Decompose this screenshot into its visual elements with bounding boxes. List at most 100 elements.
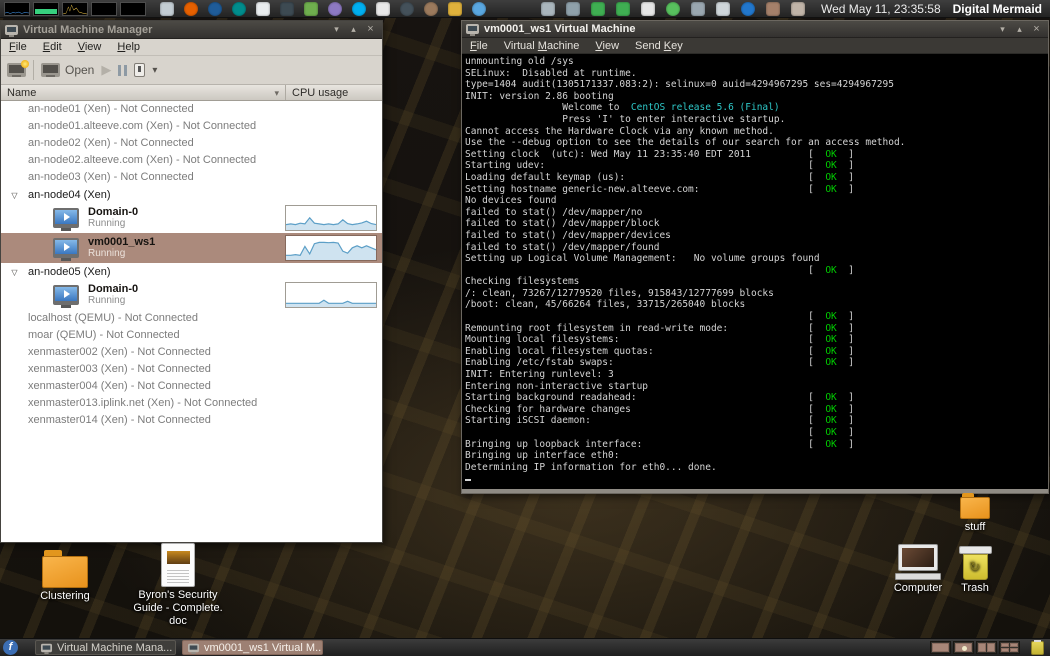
- shade-icon[interactable]: [995, 23, 1010, 36]
- display-launcher[interactable]: [160, 2, 174, 16]
- console-titlebar[interactable]: vm0001_ws1 Virtual Machine: [462, 21, 1048, 38]
- gimp-launcher[interactable]: [424, 2, 438, 16]
- menu-send-key[interactable]: Send Key: [627, 39, 691, 53]
- cpu-usage-column-header[interactable]: CPU usage: [286, 85, 382, 100]
- menu-view[interactable]: View: [587, 39, 627, 53]
- skype-launcher[interactable]: [352, 2, 366, 16]
- terminal-launcher[interactable]: [280, 2, 294, 16]
- close-icon[interactable]: [363, 23, 378, 36]
- vm-list-row-xenmaster004-xen-not-connected[interactable]: xenmaster004 (Xen) - Not Connected: [1, 378, 382, 395]
- pause-button[interactable]: [118, 65, 127, 76]
- name-column-header[interactable]: Name: [1, 85, 286, 100]
- computer-icon[interactable]: Computer: [886, 544, 950, 595]
- pidgin-launcher[interactable]: [328, 2, 342, 16]
- memory-monitor-applet-bar: [35, 9, 57, 14]
- sound-recorder-icon[interactable]: [566, 2, 580, 16]
- clustering-folder[interactable]: Clustering: [18, 550, 112, 603]
- vm-list-row-xenmaster003-xen-not-connected[interactable]: xenmaster003 (Xen) - Not Connected: [1, 361, 382, 378]
- vm-list-row-an-node05-xen[interactable]: an-node05 (Xen): [1, 263, 382, 280]
- network-monitor-applet[interactable]: [62, 2, 88, 16]
- vm-list-row-an-node01-alteeve-com-xen-not-connected[interactable]: an-node01.alteeve.com (Xen) - Not Connec…: [1, 118, 382, 135]
- thunderbird-launcher[interactable]: [208, 2, 222, 16]
- shade-icon[interactable]: [329, 23, 344, 36]
- expander-icon[interactable]: [1, 266, 28, 278]
- vm-list-row-an-node03-xen-not-connected[interactable]: an-node03 (Xen) - Not Connected: [1, 169, 382, 186]
- vm-list-row-xenmaster002-xen-not-connected[interactable]: xenmaster002 (Xen) - Not Connected: [1, 344, 382, 361]
- desktop-icon-label: stuff: [965, 521, 986, 534]
- text-editor-launcher[interactable]: [256, 2, 270, 16]
- clipboard-icon[interactable]: [791, 2, 805, 16]
- display-status-icon[interactable]: [541, 2, 555, 16]
- expander-icon[interactable]: [1, 189, 28, 201]
- workspace-4[interactable]: [999, 641, 1020, 654]
- task-window-icon: [188, 643, 199, 652]
- firefox-launcher[interactable]: [184, 2, 198, 16]
- console-line: /boot: clean, 45/66264 files, 33715/2650…: [465, 299, 1048, 311]
- workspace-2[interactable]: [953, 641, 974, 654]
- menu-virtual-machine[interactable]: Virtual Machine: [496, 39, 588, 53]
- maximize-icon[interactable]: [1012, 23, 1027, 36]
- vm-list-row-an-node02-xen-not-connected[interactable]: an-node02 (Xen) - Not Connected: [1, 135, 382, 152]
- menu-file[interactable]: File: [1, 40, 35, 54]
- vm-list-row-domain-0[interactable]: Domain-0Running: [1, 280, 382, 310]
- shutdown-menu-chevron-icon[interactable]: [152, 65, 157, 76]
- vm-monitor-icon: [53, 285, 79, 305]
- chat-status-icon[interactable]: [666, 2, 680, 16]
- run-button[interactable]: [101, 62, 111, 78]
- graphics-app-launcher[interactable]: [448, 2, 462, 16]
- vm-list-row-localhost-qemu-not-connected[interactable]: localhost (QEMU) - Not Connected: [1, 310, 382, 327]
- vm-list-row-an-node04-xen[interactable]: an-node04 (Xen): [1, 186, 382, 203]
- monitor-applet-4[interactable]: [91, 2, 117, 16]
- shutdown-button[interactable]: [134, 63, 145, 77]
- menu-help[interactable]: Help: [109, 40, 148, 54]
- menu-view[interactable]: View: [70, 40, 110, 54]
- vm-list-row-moar-qemu-not-connected[interactable]: moar (QEMU) - Not Connected: [1, 327, 382, 344]
- maximize-icon[interactable]: [346, 23, 361, 36]
- new-vm-button[interactable]: [7, 63, 26, 77]
- vm-list-row-xenmaster014-xen-not-connected[interactable]: xenmaster014 (Xen) - Not Connected: [1, 412, 382, 429]
- displays-icon[interactable]: [766, 2, 780, 16]
- trash-icon[interactable]: Trash: [947, 546, 1003, 595]
- clock[interactable]: Wed May 11, 23:35:58: [821, 2, 941, 16]
- workspace-1[interactable]: [930, 641, 951, 654]
- vm-list-row-vm0001-ws1[interactable]: vm0001_ws1Running: [1, 233, 382, 263]
- globe-app-launcher[interactable]: [472, 2, 486, 16]
- media-device-launcher[interactable]: [376, 2, 390, 16]
- memory-monitor-applet[interactable]: [33, 2, 59, 16]
- arduino-launcher[interactable]: [232, 2, 246, 16]
- byrons-security-guide-doc[interactable]: Byron's Security Guide - Complete. doc: [123, 543, 233, 628]
- battery-1-icon[interactable]: [591, 2, 605, 16]
- top-panel: Wed May 11, 23:35:58 Digital Mermaid: [0, 0, 1050, 18]
- open-button[interactable]: Open: [41, 63, 94, 77]
- task-button-vm0001-ws1-virtual-m[interactable]: vm0001_ws1 Virtual M...: [182, 640, 323, 655]
- vm-list-row-domain-0[interactable]: Domain-0Running: [1, 203, 382, 233]
- text-cursor: [465, 479, 471, 481]
- inkscape-launcher[interactable]: [400, 2, 414, 16]
- vm-list-row-an-node02-alteeve-com-xen-not-connected[interactable]: an-node02.alteeve.com (Xen) - Not Connec…: [1, 152, 382, 169]
- task-button-virtual-machine-mana[interactable]: Virtual Machine Mana...: [35, 640, 176, 655]
- workspace-3[interactable]: [976, 641, 997, 654]
- console-line: Use the --debug option to see the detail…: [465, 137, 1048, 149]
- vm-name-label: vm0001_ws1: [88, 236, 155, 248]
- fedora-menu-icon[interactable]: f: [3, 640, 18, 655]
- volume-icon[interactable]: [716, 2, 730, 16]
- vmm-titlebar[interactable]: Virtual Machine Manager: [1, 21, 382, 39]
- console-screen[interactable]: unmounting old /sysSELinux: Disabled at …: [462, 54, 1048, 489]
- console-line: /: clean, 73267/12779520 files, 915843/1…: [465, 288, 1048, 300]
- close-icon[interactable]: [1029, 23, 1044, 36]
- calculator-launcher[interactable]: [304, 2, 318, 16]
- cpu-monitor-applet[interactable]: [4, 2, 30, 16]
- bluetooth-icon[interactable]: [741, 2, 755, 16]
- menu-file[interactable]: File: [462, 39, 496, 53]
- menu-edit[interactable]: Edit: [35, 40, 70, 54]
- monitor-applet-5[interactable]: [120, 2, 146, 16]
- taskbar-trash-icon[interactable]: [1031, 641, 1044, 655]
- folder-icon: [960, 493, 990, 519]
- battery-2-icon[interactable]: [616, 2, 630, 16]
- printer-icon[interactable]: [691, 2, 705, 16]
- stuff-folder[interactable]: stuff: [945, 493, 1005, 534]
- cpu-usage-column-label: CPU usage: [292, 87, 348, 99]
- vm-list-row-xenmaster013-iplink-net-xen-not-connected[interactable]: xenmaster013.iplink.net (Xen) - Not Conn…: [1, 395, 382, 412]
- media-player-icon[interactable]: [641, 2, 655, 16]
- vm-list-row-an-node01-xen-not-connected[interactable]: an-node01 (Xen) - Not Connected: [1, 101, 382, 118]
